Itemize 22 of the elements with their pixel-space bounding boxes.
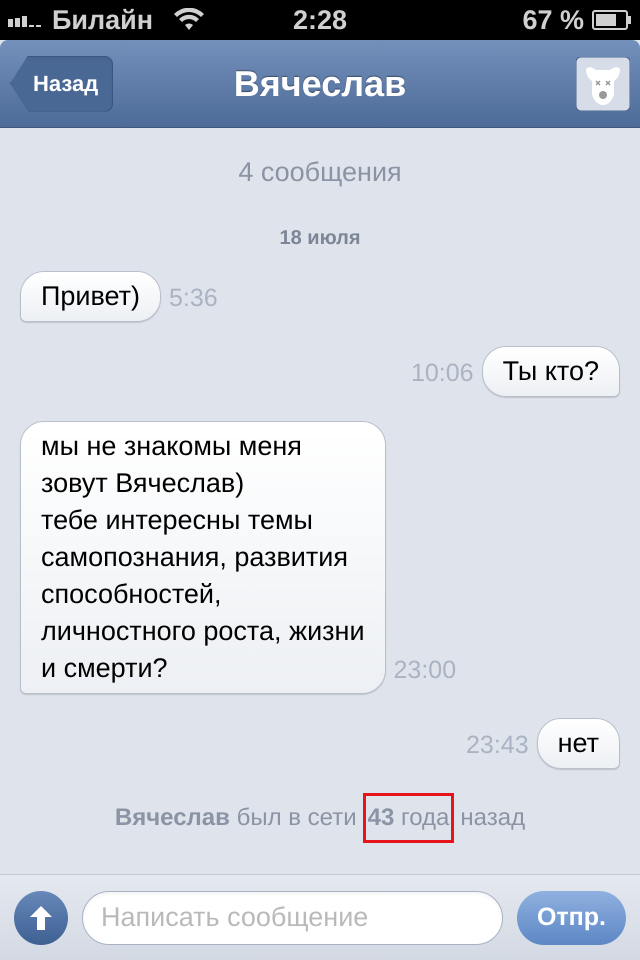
contact-name: Вячеслав [232,62,408,106]
message-count: 4 сообщения [237,156,403,189]
clock-time: 2:28 [292,4,348,37]
last-seen-text: Вячеслав был в сети [114,802,357,832]
date-label: 18 июля [278,226,362,250]
attach-button[interactable] [14,890,68,944]
message-input[interactable]: Написать сообщение [82,890,503,944]
message-bubble: Ты кто? [482,346,620,396]
wifi-icon [173,8,206,32]
message-bubble: нет [536,718,620,768]
message-bubble: Привет) [20,270,162,322]
send-button[interactable]: Отпр. [516,890,626,944]
signal-icon [8,13,44,27]
battery-icon [592,10,632,30]
back-button[interactable]: Назад [10,56,114,112]
last-seen-age: 43 года [368,804,450,830]
arrow-up-icon [30,906,52,930]
dog-avatar-icon[interactable] [576,56,630,110]
carrier-name: Билайн [52,4,154,37]
battery-percent: 67 % [522,4,584,37]
message-bubble: мы не знакомы меня зовут Вячеслав) тебе интересны темы самопознания, развития способностей, личностного роста, жизни и смерти? [20,420,386,694]
last-seen-text: назад [460,802,526,832]
